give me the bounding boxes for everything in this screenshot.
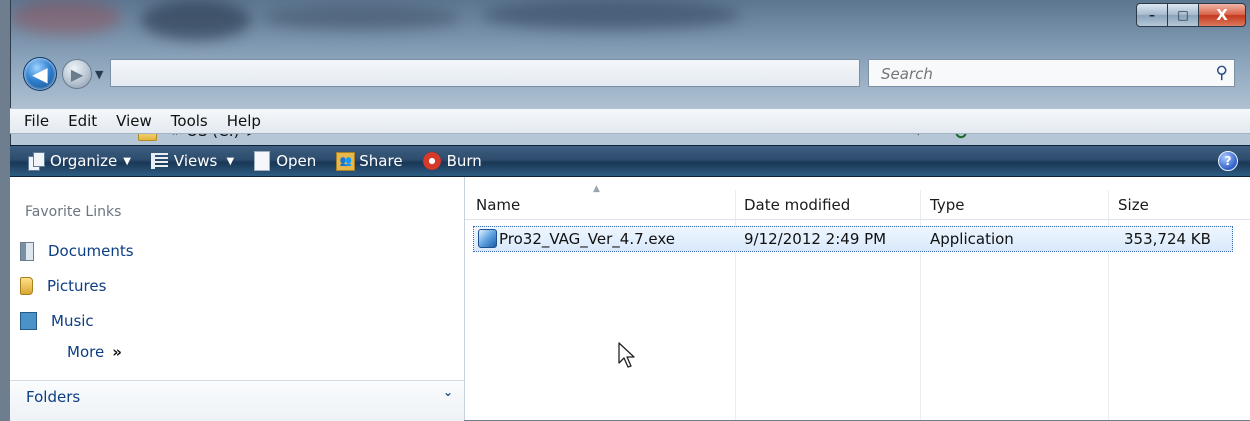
music-icon [20,312,37,330]
menu-bar: File Edit View Tools Help [10,108,1250,134]
favorite-link-label: Music [51,312,94,330]
file-name[interactable]: Pro32_VAG_Ver_4.7.exe [499,230,675,248]
maximize-button[interactable]: □ [1167,3,1199,27]
application-icon [478,229,497,248]
menu-view[interactable]: View [116,112,152,130]
arrow-right-icon: ▶ [70,64,84,84]
file-type: Application [930,230,1014,248]
help-icon[interactable]: ? [1218,151,1238,171]
share-button[interactable]: 👥 Share [336,151,403,171]
file-size: 353,724 KB [1124,230,1211,248]
burn-label: Burn [446,152,482,170]
open-button[interactable]: Open [254,151,316,171]
burn-button[interactable]: Burn [422,152,482,170]
favorite-link-label: Documents [48,242,134,260]
favorite-link-label: Pictures [47,277,107,295]
command-bar: Organize ▼ Views ▼ Open 👥 Share Burn [10,145,1250,177]
menu-tools[interactable]: Tools [171,112,208,130]
chevron-down-icon: ▼ [223,155,235,167]
column-header-type[interactable]: Type [930,196,964,214]
chevron-down-icon[interactable]: ⌄ [443,385,453,399]
favorite-links-heading: Favorite Links [25,204,122,220]
menu-file[interactable]: File [24,112,49,130]
forward-button[interactable]: ▶ [62,59,92,89]
views-icon [150,153,168,169]
disc-icon [422,152,441,170]
favorite-link-music[interactable]: Music [20,308,94,334]
favorite-link-pictures[interactable]: Pictures [20,273,106,299]
recent-pages-dropdown[interactable]: ▼ [95,68,103,81]
menu-edit[interactable]: Edit [68,112,97,130]
mouse-pointer-icon [618,342,638,374]
file-date-modified: 9/12/2012 2:49 PM [744,230,887,248]
search-box[interactable]: ⚲ [868,59,1235,87]
organize-icon [28,152,45,171]
views-button[interactable]: Views ▼ [150,152,235,170]
document-icon [254,151,271,171]
open-label: Open [276,152,317,170]
column-header-size[interactable]: Size [1118,196,1149,214]
chevron-down-icon: ▼ [123,155,131,167]
address-bar[interactable]: « OS (C:) ▸ ▼ ⁺↻ [110,59,968,144]
column-gridline [1108,190,1109,420]
more-links-button[interactable]: More » [67,343,122,361]
pictures-icon [20,277,33,295]
more-label: More [67,343,105,361]
documents-icon [20,241,34,261]
menu-help[interactable]: Help [227,112,261,130]
share-label: Share [359,152,403,170]
column-gridline [920,190,921,420]
search-input[interactable] [879,62,1203,86]
organize-button[interactable]: Organize ▼ [28,152,131,171]
folders-label: Folders [26,388,81,406]
sort-ascending-icon: ▲ [593,184,600,194]
close-button[interactable]: X [1198,3,1246,27]
column-gridline [735,190,736,420]
search-icon[interactable]: ⚲ [1216,63,1228,83]
back-button[interactable]: ◀ [23,57,57,91]
column-header-date-modified[interactable]: Date modified [744,196,850,214]
column-header-name[interactable]: Name [476,196,520,214]
favorite-link-documents[interactable]: Documents [20,238,134,264]
double-chevron-right-icon: » [112,343,122,361]
views-label: Views [173,152,218,170]
share-icon: 👥 [336,151,356,171]
window-controls: – □ X [1136,3,1246,27]
organize-label: Organize [50,152,118,170]
arrow-left-icon: ◀ [32,62,48,86]
minimize-button[interactable]: – [1136,3,1168,27]
